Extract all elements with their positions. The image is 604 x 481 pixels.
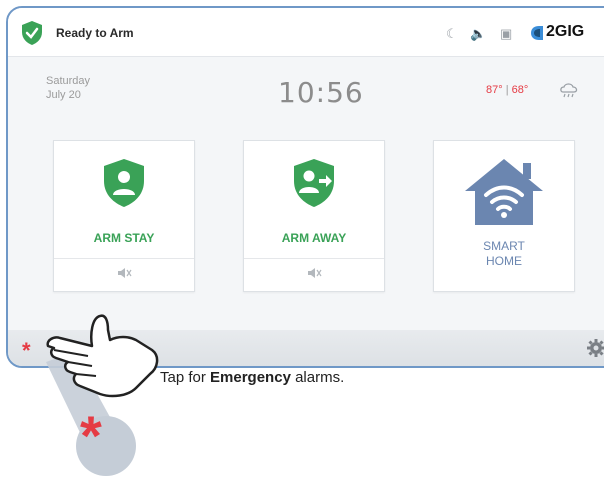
instruction-bold: Emergency <box>210 369 291 386</box>
emergency-zoom-star: * <box>80 404 102 467</box>
instruction-prefix: Tap for <box>160 369 211 386</box>
instruction-suffix: alarms. <box>290 369 345 386</box>
emergency-instruction: Tap for Emergency alarms. <box>160 369 344 386</box>
pointing-hand-icon <box>46 314 159 398</box>
